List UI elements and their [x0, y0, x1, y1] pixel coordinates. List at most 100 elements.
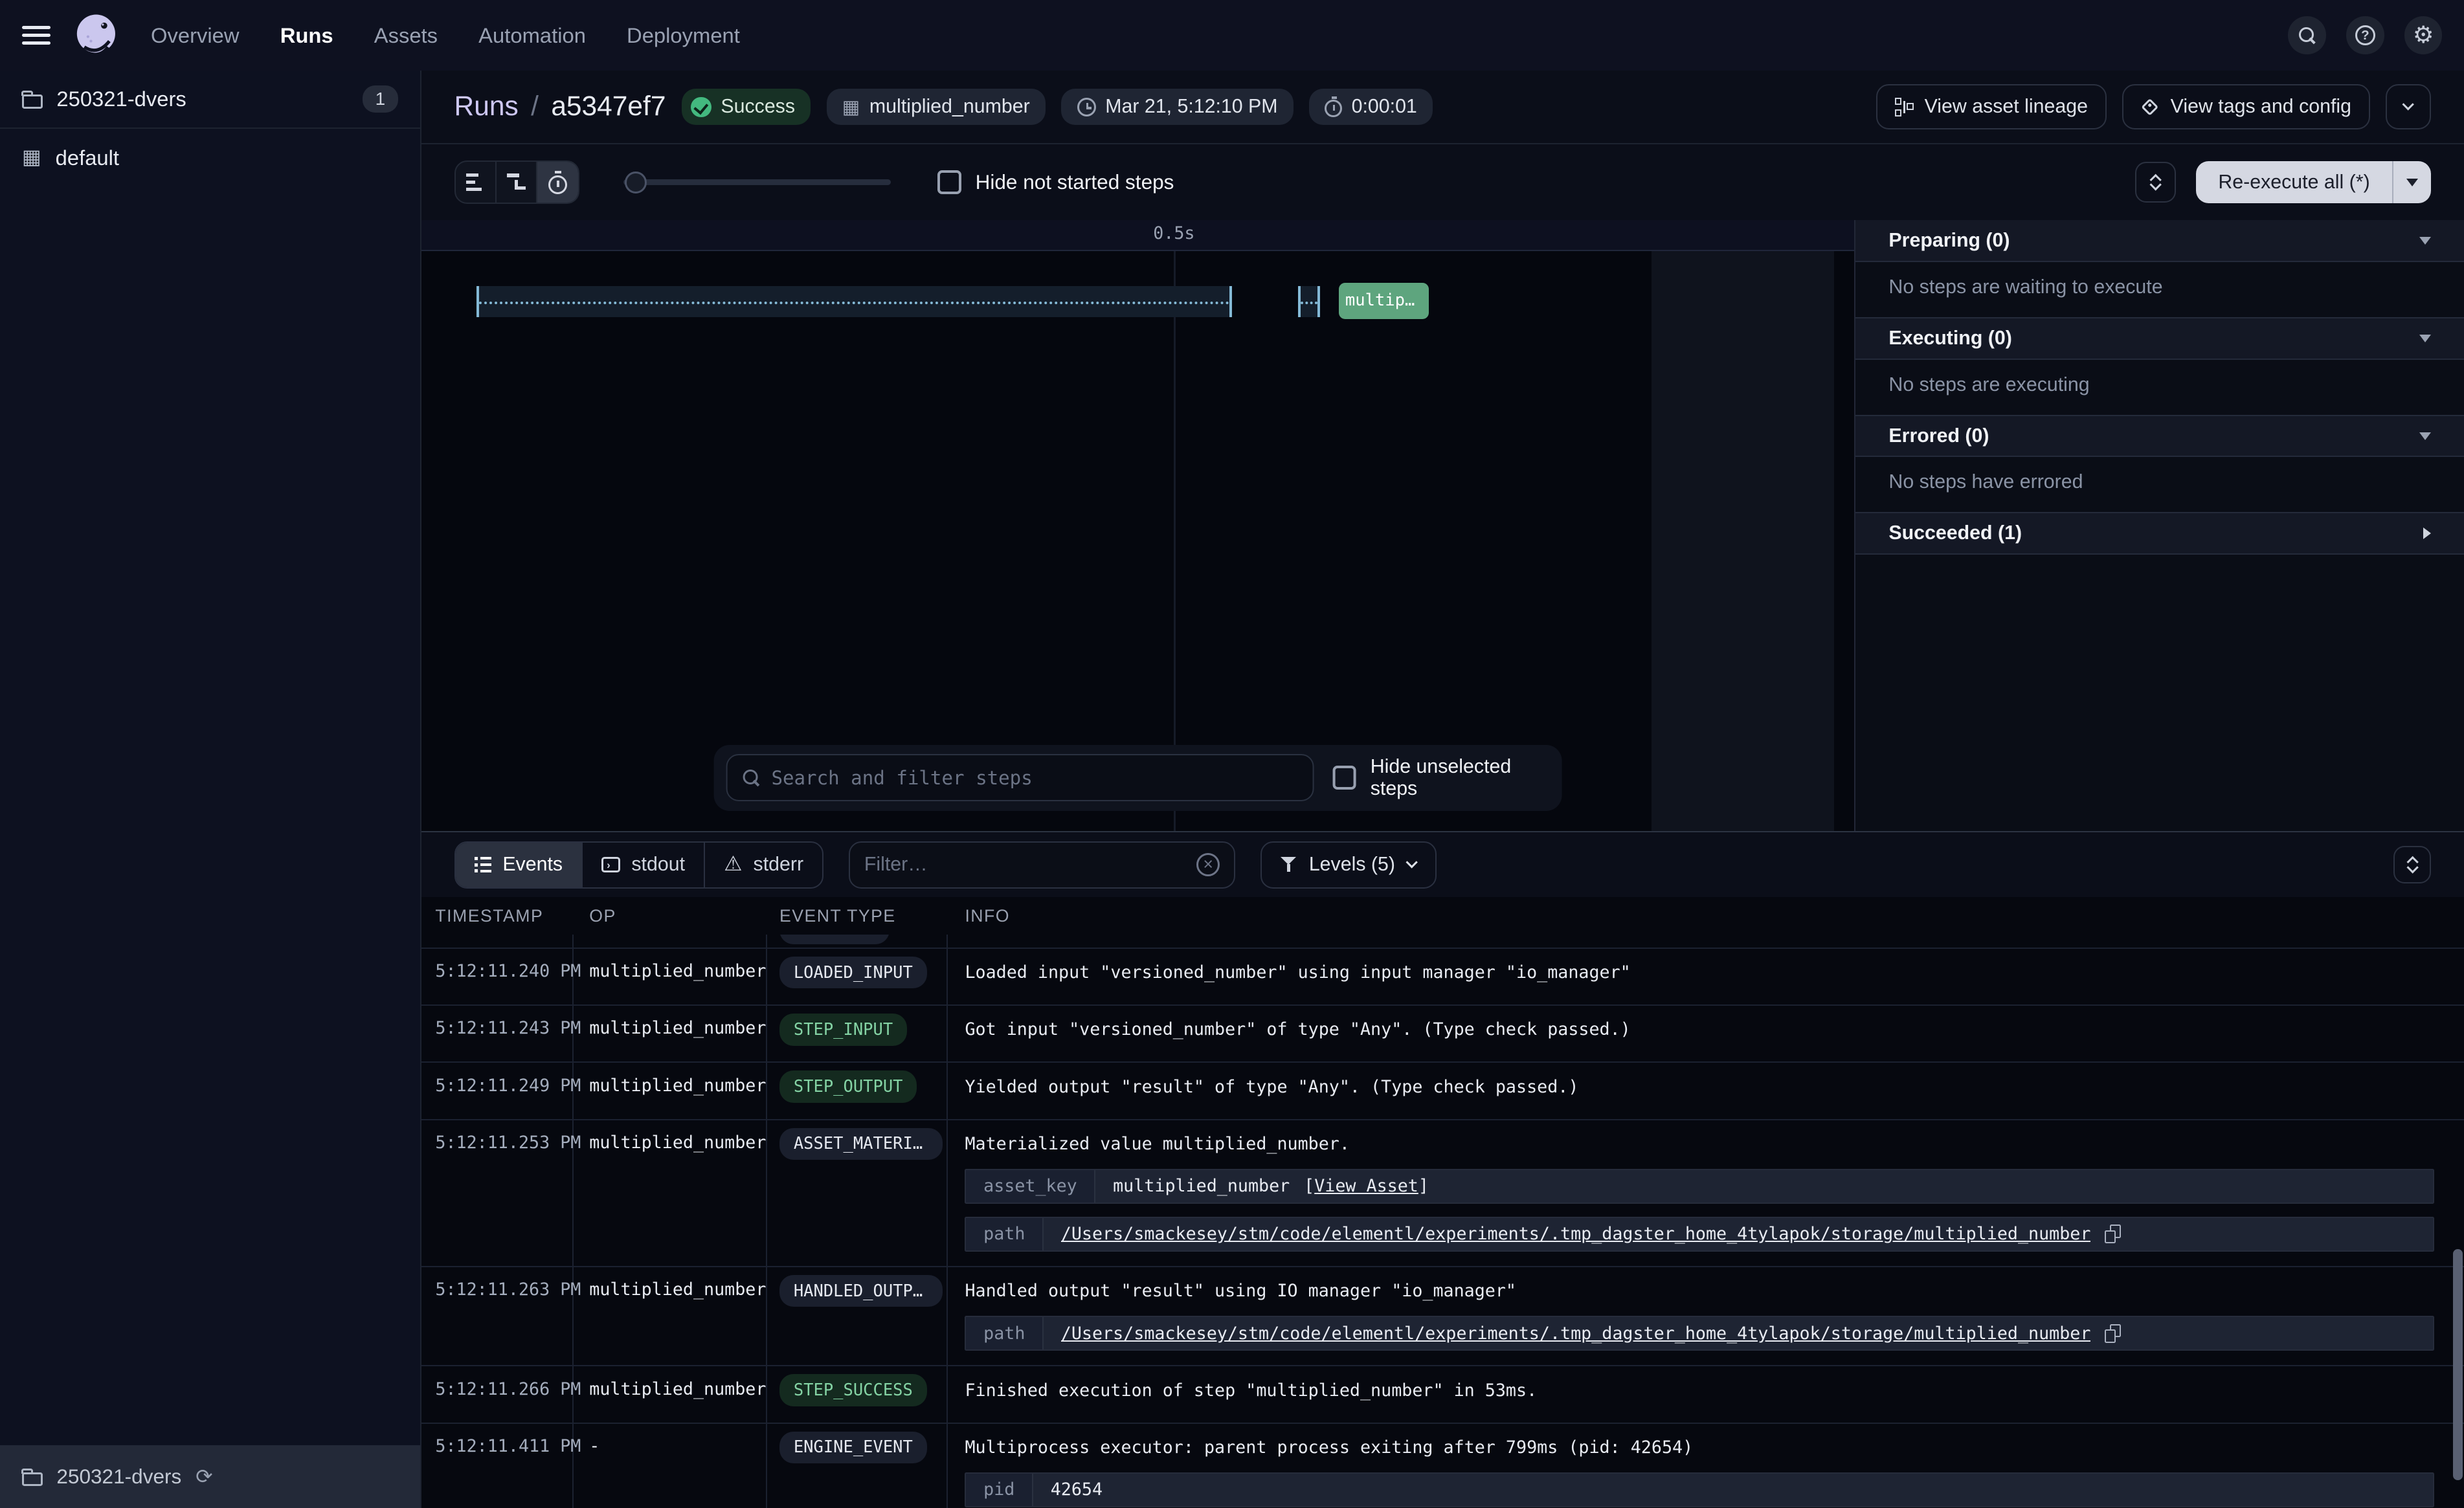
event-log-row[interactable]: 5:12:11.263 PM multiplied_number HANDLED… [421, 1266, 2464, 1365]
nav-item-overview[interactable]: Overview [151, 23, 240, 48]
settings-button[interactable]: ⚙ [2404, 16, 2442, 54]
nav-item-deployment[interactable]: Deployment [627, 23, 740, 48]
tab-events[interactable]: Events [456, 843, 583, 887]
levels-dropdown-button[interactable]: Levels (5) [1260, 841, 1437, 889]
gantt-mode-waterfall-button[interactable] [497, 162, 537, 203]
hamburger-menu-icon[interactable] [22, 26, 50, 45]
step-search-box[interactable] [726, 754, 1314, 801]
chevron-down-icon [1406, 856, 1418, 869]
event-info: Multiprocess executor: parent process ex… [965, 1436, 2442, 1459]
path-link[interactable]: /Users/smackesey/stm/code/elementl/exper… [1061, 1224, 2091, 1244]
view-asset-lineage-button[interactable]: View asset lineage [1876, 84, 2107, 129]
hide-not-started-checkbox[interactable] [937, 170, 961, 194]
hide-unselected-toggle[interactable]: Hide unselected steps [1332, 756, 1549, 800]
gantt-expand-button[interactable] [2135, 162, 2176, 203]
nav-links: Overview Runs Assets Automation Deployme… [151, 23, 740, 48]
duration-tag: 0:00:01 [1309, 89, 1433, 125]
tab-stdout[interactable]: › stdout [583, 843, 705, 887]
section-empty-text: No steps are waiting to execute [1855, 262, 2464, 317]
detail-label: pid [966, 1474, 1033, 1506]
event-log-row[interactable]: 5:12:11.253 PM multiplied_number ASSET_M… [421, 1119, 2464, 1266]
hide-unselected-checkbox[interactable] [1332, 766, 1356, 789]
event-type-badge: STEP_OUTPUT [779, 1070, 917, 1102]
path-link[interactable]: /Users/smackesey/stm/code/elementl/exper… [1061, 1324, 2091, 1344]
log-expand-button[interactable] [2393, 846, 2431, 883]
nav-item-runs[interactable]: Runs [280, 23, 333, 48]
nav-item-assets[interactable]: Assets [374, 23, 438, 48]
dagster-logo[interactable] [73, 12, 120, 59]
panel-section-executing[interactable]: Executing (0) [1855, 317, 2464, 360]
folder-icon [22, 1472, 43, 1487]
slider-thumb[interactable] [625, 172, 647, 194]
event-log-row[interactable]: 5:12:11.243 PM multiplied_number STEP_IN… [421, 1004, 2464, 1061]
event-op: multiplied_number [574, 949, 767, 1004]
event-type-badge: ASSET_MATERIALIZATION [779, 1128, 943, 1160]
event-log-row[interactable]: 5:12:11.411 PM - ENGINE_EVENT Multiproce… [421, 1423, 2464, 1508]
event-info: Yielded output "result" of type "Any". (… [965, 1076, 2442, 1099]
event-info-cell: Handled output "result" using IO manager… [948, 1267, 2464, 1365]
event-type-badge: HANDLED_OUTPUT [779, 1275, 943, 1307]
section-empty-text: No steps have errored [1855, 457, 2464, 512]
event-rows: 5:12:11.240 PM multiplied_number LOADED_… [421, 948, 2464, 1508]
search-button[interactable] [2288, 16, 2325, 54]
event-detail-row: pid 42654 [965, 1472, 2434, 1507]
panel-section-preparing[interactable]: Preparing (0) [1855, 220, 2464, 263]
gantt-waiting-bar-segment [1298, 286, 1320, 318]
tab-stdout-label: stdout [631, 854, 685, 876]
copy-icon[interactable] [2105, 1324, 2120, 1343]
reexecute-dropdown-button[interactable] [2392, 161, 2432, 204]
refresh-icon[interactable]: ⟳ [196, 1465, 212, 1489]
event-info: Loaded input "versioned_number" using in… [965, 961, 2442, 984]
log-filter-box[interactable]: × [849, 841, 1235, 889]
clipped-badge [779, 935, 890, 944]
gantt-mode-flat-button[interactable] [456, 162, 497, 203]
clear-filter-icon[interactable]: × [1196, 853, 1220, 876]
repository-count-badge: 1 [363, 85, 398, 113]
event-log-row[interactable]: 5:12:11.249 PM multiplied_number STEP_OU… [421, 1061, 2464, 1118]
view-tags-config-button[interactable]: View tags and config [2122, 84, 2370, 129]
gantt-mode-timed-button[interactable] [537, 162, 578, 203]
gantt-zoom-slider[interactable] [623, 179, 891, 186]
hide-not-started-toggle[interactable]: Hide not started steps [937, 170, 1174, 194]
column-header-event-type: EVENT TYPE [767, 906, 948, 926]
tab-stderr[interactable]: ⚠ stderr [705, 843, 822, 887]
log-scrollbar-thumb[interactable] [2453, 1249, 2463, 1480]
top-nav: Overview Runs Assets Automation Deployme… [0, 0, 2464, 71]
reexecute-all-button[interactable]: Re-execute all (*) [2196, 161, 2431, 204]
log-filter-input[interactable] [864, 854, 1185, 876]
copy-icon[interactable] [2105, 1225, 2120, 1243]
sidebar-footer-repository[interactable]: 250321-dvers ⟳ [0, 1445, 420, 1508]
event-log-row[interactable]: 5:12:11.266 PM multiplied_number STEP_SU… [421, 1365, 2464, 1422]
event-type-cell: ENGINE_EVENT [767, 1424, 948, 1508]
timeline-tick-label: 0.5s [1153, 223, 1194, 243]
view-tags-config-label: View tags and config [2171, 96, 2351, 118]
gantt-viewport-band [1652, 251, 1834, 831]
search-icon [741, 768, 760, 787]
tag-icon [2141, 98, 2158, 116]
gantt-chart-area[interactable]: multiplied_number Hide unselected steps [421, 251, 1855, 831]
run-actions-menu-button[interactable] [2386, 84, 2431, 129]
event-details: asset_key multiplied_number[View Asset] … [965, 1169, 2442, 1252]
repository-name: 250321-dvers [56, 87, 186, 111]
sidebar-item-repository[interactable]: 250321-dvers 1 [0, 71, 420, 129]
asset-tag[interactable]: ▦ multiplied_number [827, 89, 1046, 125]
event-type-cell: HANDLED_OUTPUT [767, 1267, 948, 1365]
event-info-cell: Multiprocess executor: parent process ex… [948, 1424, 2464, 1508]
gantt-step-bar[interactable]: multiplied_number [1339, 283, 1428, 319]
event-info-cell: Yielded output "result" of type "Any". (… [948, 1063, 2464, 1118]
event-log-row[interactable]: 5:12:11.240 PM multiplied_number LOADED_… [421, 948, 2464, 1004]
lineage-icon [1895, 98, 1914, 116]
start-time-label: Mar 21, 5:12:10 PM [1105, 96, 1277, 118]
panel-section-succeeded[interactable]: Succeeded (1) [1855, 512, 2464, 555]
nav-item-automation[interactable]: Automation [478, 23, 586, 48]
panel-section-errored[interactable]: Errored (0) [1855, 415, 2464, 458]
breadcrumb-runs-link[interactable]: Runs [454, 91, 519, 122]
step-search-input[interactable] [771, 767, 1298, 789]
app-window: Overview Runs Assets Automation Deployme… [0, 0, 2464, 1508]
chevron-down-icon [2419, 237, 2431, 245]
event-detail-row: path /Users/smackesey/stm/code/elementl/… [965, 1316, 2434, 1351]
view-asset-link[interactable]: View Asset [1314, 1176, 1418, 1196]
sidebar-item-job-default[interactable]: ▦ default [0, 129, 420, 187]
help-button[interactable]: ? [2346, 16, 2384, 54]
column-header-timestamp: TIMESTAMP [421, 906, 574, 926]
